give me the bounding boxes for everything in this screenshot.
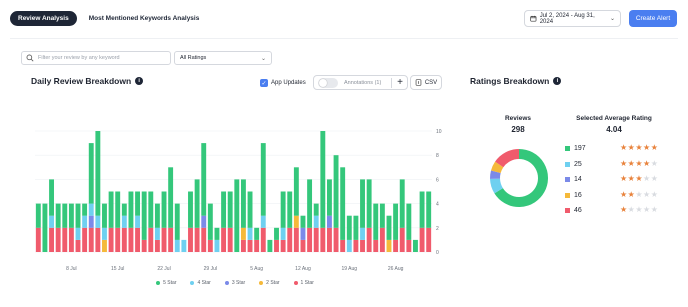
- star-icon: ★: [620, 174, 628, 183]
- star-icon: ★: [635, 143, 644, 152]
- star-icon: ★: [650, 205, 659, 214]
- ratings-donut-chart: [490, 149, 548, 207]
- star-rating: ★★★★★: [620, 143, 658, 152]
- star-icon: ★: [635, 158, 644, 168]
- donut-slice[interactable]: [491, 161, 504, 174]
- star-icon: ★: [643, 205, 651, 214]
- star-icon: ★: [635, 174, 644, 183]
- donut-slice[interactable]: [490, 178, 504, 194]
- rating-count: 46: [574, 207, 582, 214]
- star-rating: ★★★★★: [620, 174, 658, 183]
- rating-row[interactable]: 16: [565, 192, 582, 199]
- star-icon: ★: [620, 205, 628, 214]
- rating-row[interactable]: 14: [565, 176, 582, 183]
- rating-row[interactable]: 46: [565, 207, 582, 214]
- star-icon: ★: [650, 174, 659, 183]
- donut-slice[interactable]: [495, 149, 520, 168]
- star-icon: ★: [650, 143, 659, 152]
- star-icon: ★: [650, 189, 659, 199]
- star-icon: ★: [643, 189, 651, 199]
- rating-row[interactable]: 197: [565, 145, 586, 152]
- star-icon: ★: [620, 143, 628, 152]
- star-rating: ★★★★★: [620, 159, 658, 168]
- star-icon: ★: [643, 174, 651, 183]
- star-icon: ★: [620, 158, 628, 168]
- star-icon: ★: [643, 158, 651, 168]
- rating-row[interactable]: 25: [565, 161, 582, 168]
- rating-count: 197: [574, 145, 586, 152]
- star-icon: ★: [643, 143, 651, 152]
- rating-swatch: [565, 146, 570, 151]
- rating-count: 16: [574, 191, 582, 199]
- rating-swatch: [565, 208, 570, 213]
- star-icon: ★: [635, 205, 644, 214]
- donut-slice[interactable]: [490, 170, 501, 179]
- star-rating: ★★★★★: [620, 205, 658, 214]
- rating-count: 25: [574, 160, 582, 168]
- rating-swatch: [565, 161, 570, 167]
- rating-swatch: [565, 177, 570, 182]
- rating-count: 14: [574, 176, 582, 183]
- star-icon: ★: [635, 189, 644, 199]
- rating-swatch: [565, 192, 570, 198]
- star-rating: ★★★★★: [620, 190, 658, 199]
- star-icon: ★: [650, 158, 659, 168]
- star-icon: ★: [620, 189, 628, 199]
